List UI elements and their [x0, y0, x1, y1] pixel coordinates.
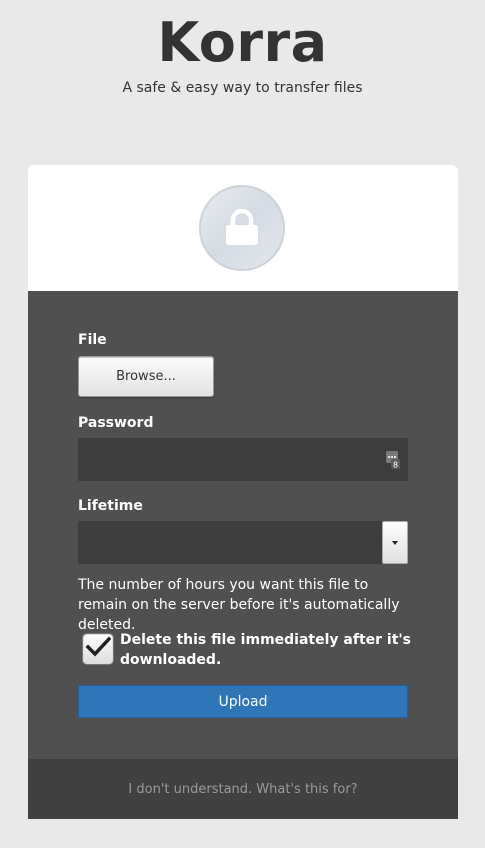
file-label: File: [78, 332, 107, 348]
svg-text:8: 8: [393, 461, 398, 470]
upload-button[interactable]: Upload: [78, 685, 408, 718]
lock-badge: [199, 185, 285, 271]
app-subtitle: A safe & easy way to transfer files: [122, 80, 363, 96]
delete-after-download-label[interactable]: Delete this file immediately after it's …: [120, 630, 420, 670]
password-field[interactable]: 8: [78, 438, 408, 481]
password-manager-icon[interactable]: 8: [386, 451, 400, 473]
browse-button[interactable]: Browse...: [78, 356, 214, 397]
password-label: Password: [78, 415, 154, 431]
lifetime-select[interactable]: [78, 521, 408, 564]
upload-card: File Browse... Password 8 Lifetime The n…: [28, 165, 458, 819]
help-link[interactable]: I don't understand. What's this for?: [128, 782, 357, 797]
card-footer: I don't understand. What's this for?: [28, 759, 458, 819]
delete-after-download-checkbox[interactable]: [82, 633, 114, 665]
upload-form: File Browse... Password 8 Lifetime The n…: [28, 291, 458, 759]
lifetime-label: Lifetime: [78, 498, 143, 514]
card-header: [28, 165, 458, 291]
lifetime-help-text: The number of hours you want this file t…: [78, 577, 400, 633]
app-title: Korra: [157, 11, 328, 74]
chevron-down-icon[interactable]: [382, 521, 408, 564]
